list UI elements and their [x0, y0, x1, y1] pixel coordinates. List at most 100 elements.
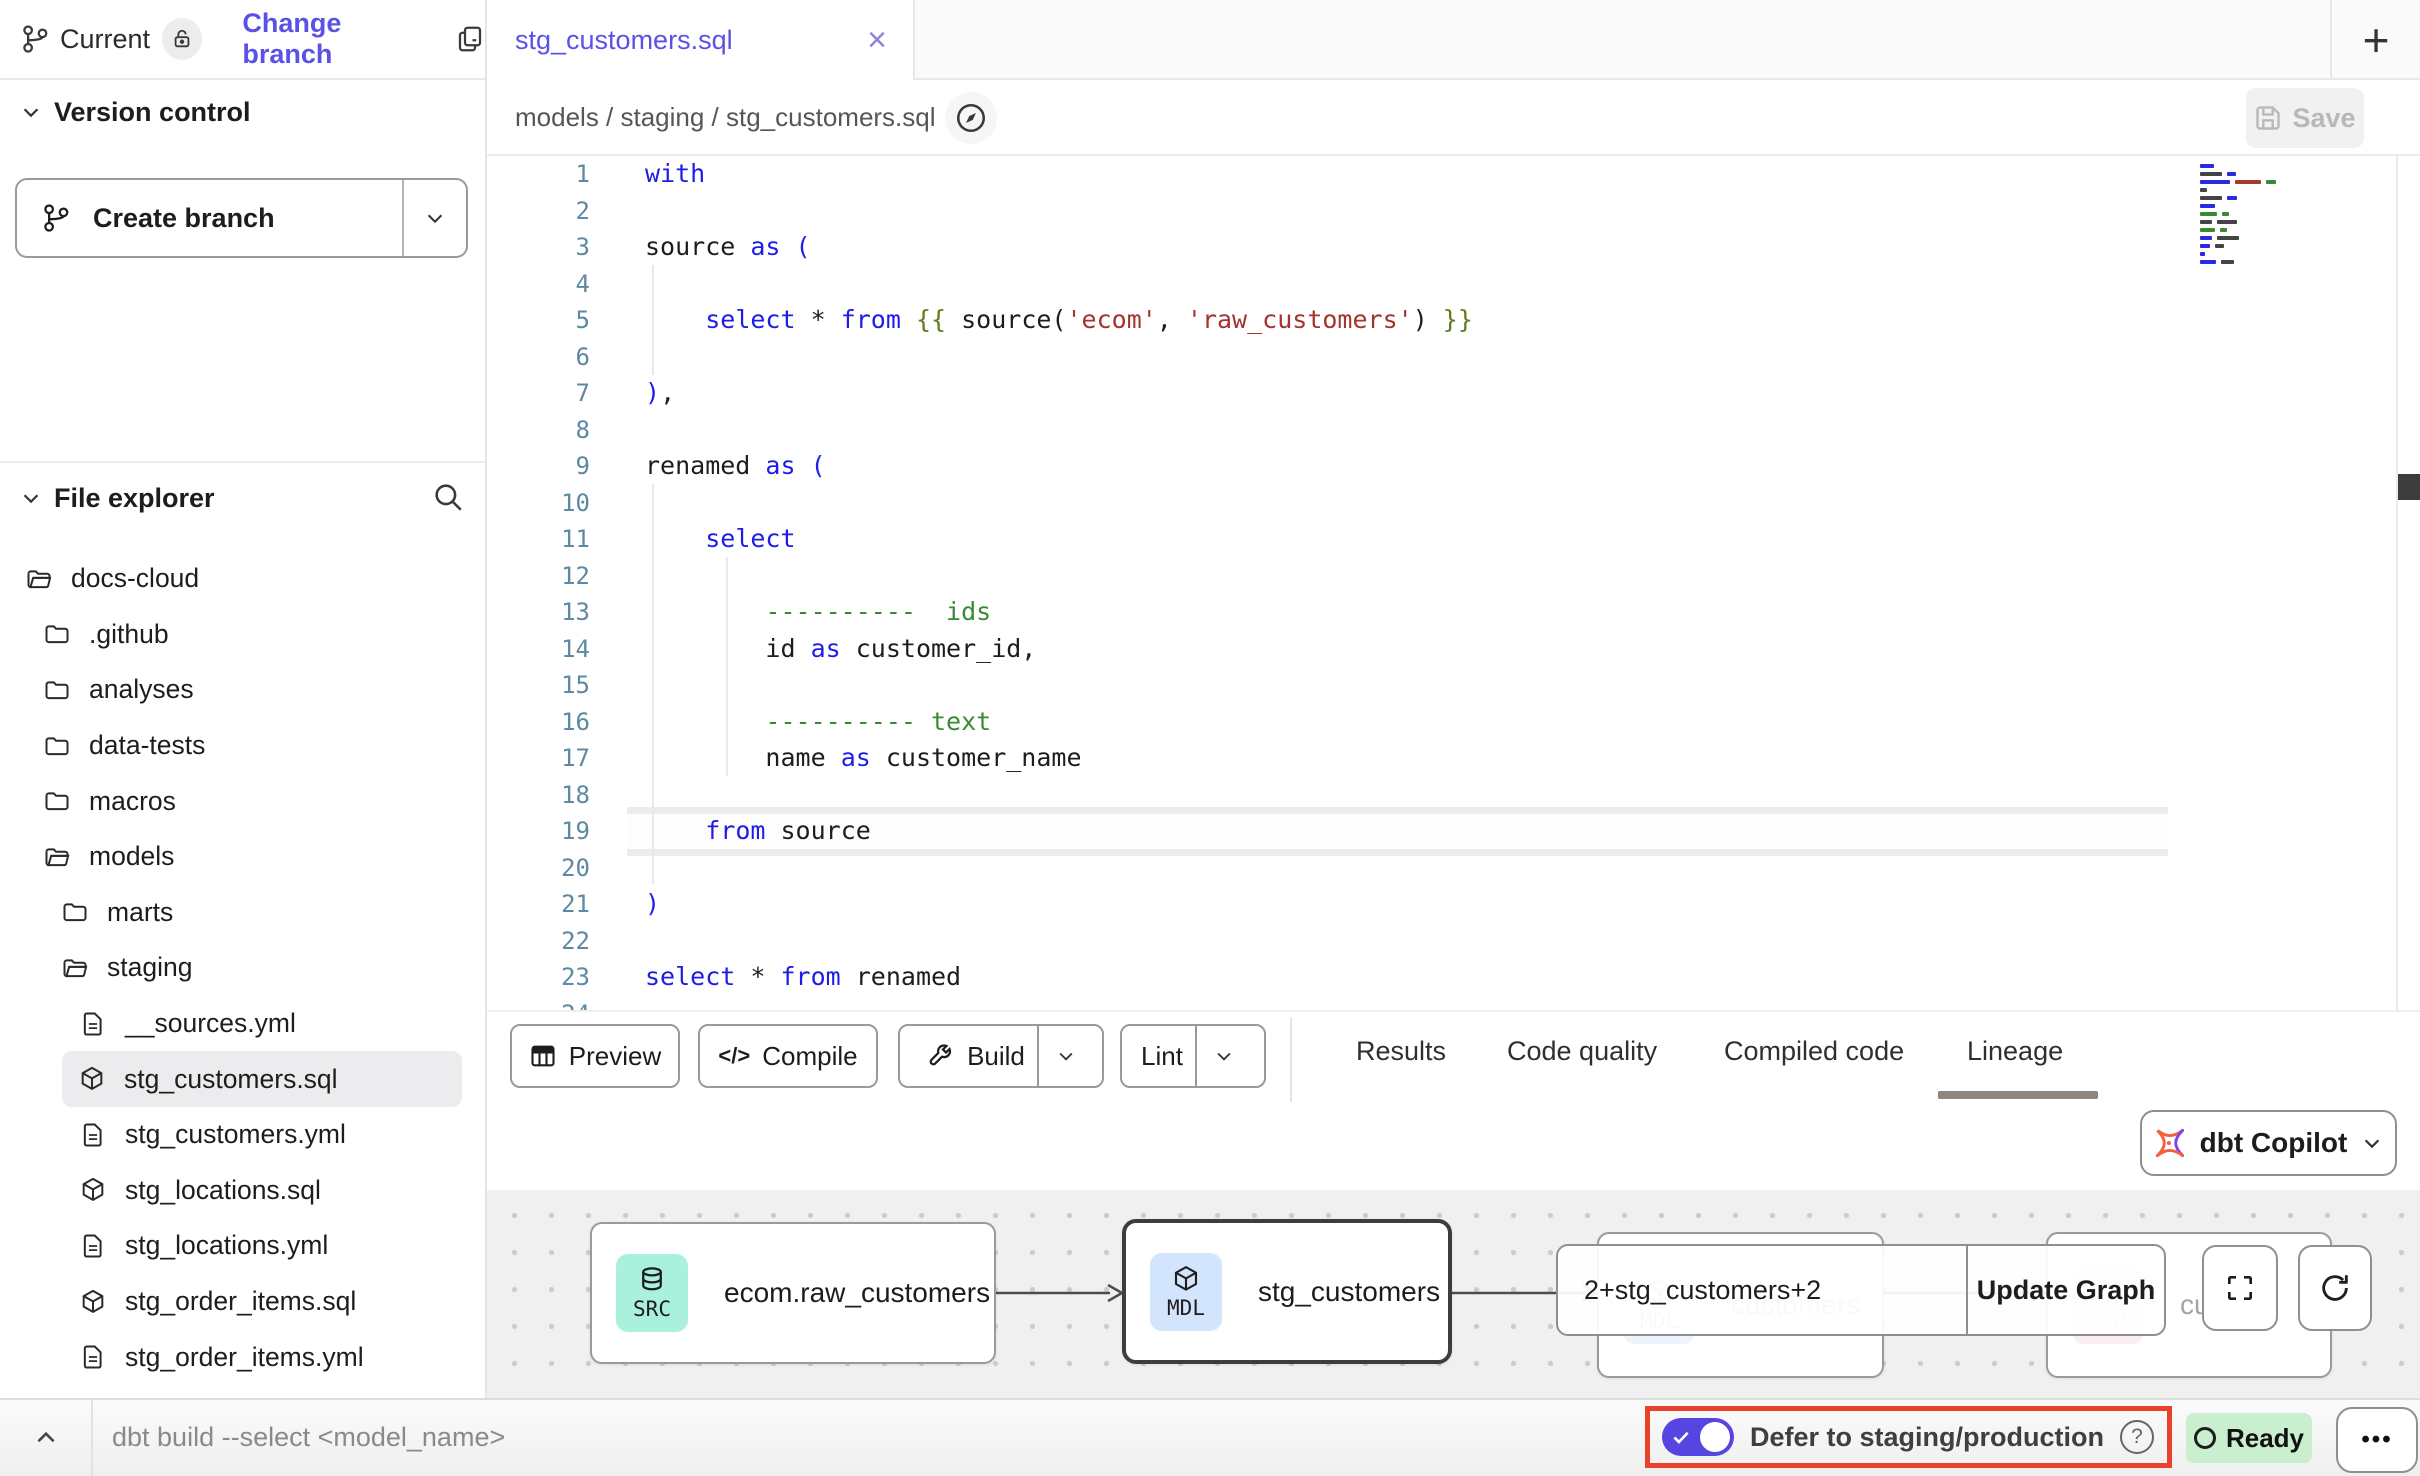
code-line-7[interactable]: 7), [487, 375, 2420, 412]
file-tree-item-staging[interactable]: staging [0, 940, 485, 996]
floppy-disk-icon [2254, 104, 2282, 132]
create-branch-button[interactable]: Create branch [15, 178, 468, 258]
file-name: stg_order_items.yml [125, 1342, 364, 1373]
close-icon[interactable]: × [867, 23, 887, 57]
file-tree-item-macros[interactable]: macros [0, 773, 485, 829]
code-line-18[interactable]: 18 [487, 777, 2420, 814]
tab-lineage[interactable]: Lineage [1967, 1036, 2063, 1067]
code-line-22[interactable]: 22 [487, 923, 2420, 960]
file-tree-item-stg-order-items-sql[interactable]: stg_order_items.sql [0, 1274, 485, 1330]
build-dropdown[interactable] [1037, 1026, 1093, 1086]
code-line-21[interactable]: 21) [487, 886, 2420, 923]
create-branch-dropdown[interactable] [402, 180, 466, 256]
chevron-down-icon [1214, 1046, 1234, 1066]
defer-toggle[interactable] [1662, 1418, 1734, 1456]
file-tree-item--github[interactable]: .github [0, 607, 485, 663]
code-line-8[interactable]: 8 [487, 412, 2420, 449]
command-input[interactable]: dbt build --select <model_name> [112, 1422, 505, 1453]
code-token: ) [1413, 305, 1428, 334]
dbt-cloud-ide: Current Change branch Version control Cr… [0, 0, 2420, 1476]
code-line-23[interactable]: 23select * from renamed [487, 959, 2420, 996]
code-line-24[interactable]: 24 [487, 996, 2420, 1011]
minimap[interactable] [2200, 164, 2310, 268]
tab-stg-customers-sql[interactable]: stg_customers.sql × [487, 0, 915, 80]
badge-label: MDL [1167, 1296, 1205, 1320]
code-line-5[interactable]: 5 select * from {{ source('ecom', 'raw_c… [487, 302, 2420, 339]
file-tree-item-data-tests[interactable]: data-tests [0, 718, 485, 774]
code-editor[interactable]: 1with23source as (45 select * from {{ so… [487, 156, 2420, 1010]
code-token: ) [645, 889, 660, 918]
status-ready-label: Ready [2226, 1423, 2304, 1454]
file-explorer-title: File explorer [54, 483, 215, 514]
help-icon[interactable]: ? [2120, 1420, 2154, 1454]
tab-compiled-code[interactable]: Compiled code [1724, 1036, 1904, 1067]
file-name: macros [89, 786, 176, 817]
code-token [796, 451, 811, 480]
file-tree-item-marts[interactable]: marts [0, 885, 485, 941]
code-line-3[interactable]: 3source as ( [487, 229, 2420, 266]
code-line-2[interactable]: 2 [487, 193, 2420, 230]
dbt-copilot-button[interactable]: dbt Copilot [2140, 1110, 2397, 1176]
code-line-1[interactable]: 1with [487, 156, 2420, 193]
code-token: ( [811, 451, 826, 480]
navigate-compass-icon[interactable] [945, 92, 997, 144]
code-token: select [645, 962, 735, 991]
code-line-15[interactable]: 15 [487, 667, 2420, 704]
new-tab-zone: + [2330, 0, 2420, 80]
build-label: Build [967, 1041, 1025, 1072]
code-token [645, 305, 705, 334]
save-button[interactable]: Save [2246, 88, 2364, 148]
code-line-14[interactable]: 14 id as customer_id, [487, 631, 2420, 668]
code-line-9[interactable]: 9renamed as ( [487, 448, 2420, 485]
code-line-20[interactable]: 20 [487, 850, 2420, 887]
build-button[interactable]: Build [898, 1024, 1104, 1088]
tab-results[interactable]: Results [1356, 1036, 1446, 1067]
scrollbar-thumb[interactable] [2398, 474, 2420, 500]
code-line-4[interactable]: 4 [487, 266, 2420, 303]
change-branch-link[interactable]: Change branch [242, 8, 431, 70]
refresh-button[interactable] [2298, 1245, 2372, 1331]
copy-branch-icon[interactable] [455, 24, 485, 54]
file-tree-item-stg-locations-yml[interactable]: stg_locations.yml [0, 1218, 485, 1274]
update-graph-button[interactable]: Update Graph [1966, 1246, 2164, 1334]
file-name: data-tests [89, 730, 205, 761]
dbt-copilot-logo-icon [2154, 1127, 2186, 1159]
file-tree-item-stg-customers-yml[interactable]: stg_customers.yml [0, 1107, 485, 1163]
file-tree-item-docs-cloud[interactable]: docs-cloud [0, 551, 485, 607]
compile-button[interactable]: </> Compile [698, 1024, 878, 1088]
new-tab-plus-icon[interactable]: + [2363, 17, 2390, 63]
search-icon[interactable] [431, 480, 465, 514]
model-icon [79, 1176, 107, 1204]
code-line-12[interactable]: 12 [487, 558, 2420, 595]
file-tree-item-stg-order-items-yml[interactable]: stg_order_items.yml [0, 1329, 485, 1385]
lineage-node-ecom-raw-customers[interactable]: SRCecom.raw_customers [590, 1222, 996, 1364]
code-line-17[interactable]: 17 name as customer_name [487, 740, 2420, 777]
code-line-11[interactable]: 11 select [487, 521, 2420, 558]
editor-scrollbar[interactable] [2396, 156, 2420, 1010]
code-token [735, 232, 750, 261]
file-tree-item-stg-locations-sql[interactable]: stg_locations.sql [0, 1163, 485, 1219]
code-line-6[interactable]: 6 [487, 339, 2420, 376]
preview-button[interactable]: Preview [510, 1024, 680, 1088]
file-tree-item-analyses[interactable]: analyses [0, 662, 485, 718]
code-line-10[interactable]: 10 [487, 485, 2420, 522]
fullscreen-button[interactable] [2202, 1245, 2278, 1331]
lint-button[interactable]: Lint [1120, 1024, 1266, 1088]
lineage-selector-input[interactable] [1558, 1246, 1966, 1334]
tab-code-quality[interactable]: Code quality [1507, 1036, 1657, 1067]
code-line-19[interactable]: 19 from source [487, 813, 2420, 850]
folder-icon [43, 732, 71, 760]
collapse-panel-button[interactable] [0, 1400, 93, 1476]
tab-title: stg_customers.sql [515, 25, 733, 56]
file-explorer-header[interactable]: File explorer [0, 463, 485, 533]
code-line-13[interactable]: 13 ---------- ids [487, 594, 2420, 631]
code-line-16[interactable]: 16 ---------- text [487, 704, 2420, 741]
file-tree-item-stg-customers-sql[interactable]: stg_customers.sql [62, 1051, 462, 1107]
version-control-header[interactable]: Version control [0, 80, 485, 144]
lineage-canvas[interactable]: SRCecom.raw_customers MDLstg_customersMDL… [487, 1190, 2420, 1398]
lint-dropdown[interactable] [1195, 1026, 1251, 1086]
file-tree-item--sources-yml[interactable]: __sources.yml [0, 996, 485, 1052]
file-tree-item-models[interactable]: models [0, 829, 485, 885]
more-options-button[interactable]: ••• [2336, 1407, 2418, 1473]
lineage-node-stg-customers[interactable]: MDLstg_customers [1122, 1219, 1452, 1364]
